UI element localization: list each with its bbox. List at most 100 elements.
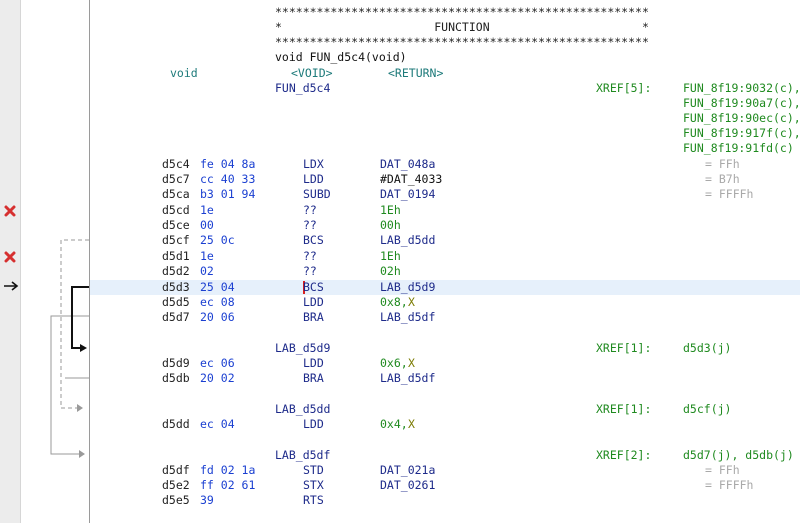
code-row[interactable]: d5d5 ec 08 LDD 0x8, X	[90, 295, 800, 310]
address[interactable]: d5db	[162, 371, 190, 386]
label-name[interactable]: LAB_d5d9	[275, 341, 330, 356]
address[interactable]: d5dd	[162, 417, 190, 432]
address[interactable]: d5e5	[162, 493, 190, 508]
operand[interactable]: DAT_0194	[380, 187, 435, 202]
address[interactable]: d5e2	[162, 478, 190, 493]
code-row-current[interactable]: d5d3 25 04 BCS LAB_d5d9	[90, 280, 800, 295]
address[interactable]: d5d1	[162, 249, 190, 264]
operand[interactable]: DAT_048a	[380, 157, 435, 172]
instruction-bytes: 25 04	[200, 280, 235, 294]
xref-row[interactable]: FUN_8f19:91fd(c)	[90, 141, 800, 156]
code-row[interactable]: d5d9 ec 06 LDD 0x6, X	[90, 356, 800, 371]
address[interactable]: d5df	[162, 463, 190, 478]
mnemonic[interactable]: BCS	[303, 280, 324, 295]
code-row[interactable]: d5ca b3 01 94 SUBD DAT_0194 = FFFFh	[90, 187, 800, 202]
code-row[interactable]: d5e5 39 RTS	[90, 493, 800, 508]
xref-row[interactable]: FUN_8f19:917f(c),	[90, 126, 800, 141]
operand[interactable]: 0x6,	[380, 356, 408, 371]
xref-link[interactable]: d5d3(j)	[683, 341, 731, 356]
operand[interactable]: 0x8,	[380, 295, 408, 310]
address[interactable]: d5c7	[162, 172, 190, 187]
operand[interactable]: 1Eh	[380, 249, 401, 264]
mnemonic[interactable]: LDD	[303, 417, 324, 432]
mnemonic[interactable]: SUBD	[303, 187, 331, 202]
address[interactable]: d5cd	[162, 203, 190, 218]
address[interactable]: d5d3	[162, 280, 190, 295]
code-row[interactable]: d5d7 20 06 BRA LAB_d5df	[90, 310, 800, 325]
mnemonic[interactable]: ??	[303, 218, 317, 233]
function-label[interactable]: FUN_d5c4	[275, 81, 330, 96]
code-row[interactable]: d5e2 ff 02 61 STX DAT_0261 = FFFFh	[90, 478, 800, 493]
operand[interactable]: LAB_d5dd	[380, 233, 435, 248]
mnemonic[interactable]: ??	[303, 264, 317, 279]
mnemonic[interactable]: LDD	[303, 295, 324, 310]
code-row[interactable]: d5ce 00 ?? 00h	[90, 218, 800, 233]
xref-link[interactable]: FUN_8f19:90ec(c),	[683, 111, 800, 126]
register[interactable]: X	[408, 295, 415, 310]
mnemonic[interactable]: STX	[303, 478, 324, 493]
mnemonic[interactable]: BRA	[303, 371, 324, 386]
xref-row[interactable]: FUN_8f19:90ec(c),	[90, 111, 800, 126]
instruction-bytes: 39	[200, 493, 214, 507]
function-signature[interactable]: void FUN_d5c4(void)	[275, 50, 407, 65]
code-row[interactable]: d5db 20 02 BRA LAB_d5df	[90, 371, 800, 386]
function-label-row[interactable]: FUN_d5c4 XREF[5]: FUN_8f19:9032(c),	[90, 81, 800, 96]
operand[interactable]: #DAT_4033	[380, 172, 442, 187]
operand[interactable]: DAT_021a	[380, 463, 435, 478]
operand[interactable]: 0x4,	[380, 417, 408, 432]
label-name[interactable]: LAB_d5dd	[275, 402, 330, 417]
x-error-icon[interactable]	[3, 250, 17, 264]
address[interactable]: d5ce	[162, 218, 190, 233]
label-row[interactable]: LAB_d5d9 XREF[1]: d5d3(j)	[90, 341, 800, 356]
address[interactable]: d5ca	[162, 187, 190, 202]
code-row[interactable]: d5df fd 02 1a STD DAT_021a = FFh	[90, 463, 800, 478]
xref-link[interactable]: d5cf(j)	[683, 402, 731, 417]
x-error-icon[interactable]	[3, 204, 17, 218]
marker-gutter[interactable]	[0, 0, 21, 523]
code-row[interactable]: d5c4 fe 04 8a LDX DAT_048a = FFh	[90, 157, 800, 172]
address[interactable]: d5d7	[162, 310, 190, 325]
address[interactable]: d5d2	[162, 264, 190, 279]
mnemonic[interactable]: ??	[303, 203, 317, 218]
mnemonic[interactable]: STD	[303, 463, 324, 478]
operand[interactable]: 1Eh	[380, 203, 401, 218]
operand[interactable]: DAT_0261	[380, 478, 435, 493]
label-name[interactable]: LAB_d5df	[275, 448, 330, 463]
operand[interactable]: LAB_d5d9	[380, 280, 435, 295]
operand[interactable]: LAB_d5df	[380, 371, 435, 386]
code-row[interactable]: d5cf 25 0c BCS LAB_d5dd	[90, 233, 800, 248]
address[interactable]: d5c4	[162, 157, 190, 172]
operand[interactable]: 02h	[380, 264, 401, 279]
xref-link[interactable]: FUN_8f19:9032(c),	[683, 81, 800, 96]
xref-row[interactable]: FUN_8f19:90a7(c),	[90, 96, 800, 111]
xref-link[interactable]: FUN_8f19:91fd(c)	[683, 141, 794, 156]
register[interactable]: X	[408, 417, 415, 432]
mnemonic[interactable]: ??	[303, 249, 317, 264]
code-row[interactable]: d5cd 1e ?? 1Eh	[90, 203, 800, 218]
mnemonic[interactable]: BRA	[303, 310, 324, 325]
operand[interactable]: 00h	[380, 218, 401, 233]
address[interactable]: d5d5	[162, 295, 190, 310]
code-row[interactable]: d5d2 02 ?? 02h	[90, 264, 800, 279]
code-row[interactable]: d5c7 cc 40 33 LDD #DAT_4033 = B7h	[90, 172, 800, 187]
return-type[interactable]: void	[170, 66, 198, 81]
function-signature-row[interactable]: void FUN_d5c4(void)	[90, 50, 800, 65]
mnemonic[interactable]: RTS	[303, 493, 324, 508]
code-row[interactable]: d5d1 1e ?? 1Eh	[90, 249, 800, 264]
register[interactable]: X	[408, 356, 415, 371]
code-listing[interactable]: ****************************************…	[89, 0, 800, 523]
mnemonic[interactable]: BCS	[303, 233, 324, 248]
mnemonic[interactable]: LDD	[303, 356, 324, 371]
return-info-row[interactable]: void <VOID> <RETURN>	[90, 66, 800, 81]
mnemonic[interactable]: LDD	[303, 172, 324, 187]
label-row[interactable]: LAB_d5dd XREF[1]: d5cf(j)	[90, 402, 800, 417]
operand[interactable]: LAB_d5df	[380, 310, 435, 325]
address[interactable]: d5cf	[162, 233, 190, 248]
address[interactable]: d5d9	[162, 356, 190, 371]
xref-link[interactable]: FUN_8f19:90a7(c),	[683, 96, 800, 111]
mnemonic[interactable]: LDX	[303, 157, 324, 172]
code-row[interactable]: d5dd ec 04 LDD 0x4, X	[90, 417, 800, 432]
xref-link[interactable]: d5d7(j), d5db(j)	[683, 448, 794, 463]
xref-link[interactable]: FUN_8f19:917f(c),	[683, 126, 800, 141]
label-row[interactable]: LAB_d5df XREF[2]: d5d7(j), d5db(j)	[90, 448, 800, 463]
